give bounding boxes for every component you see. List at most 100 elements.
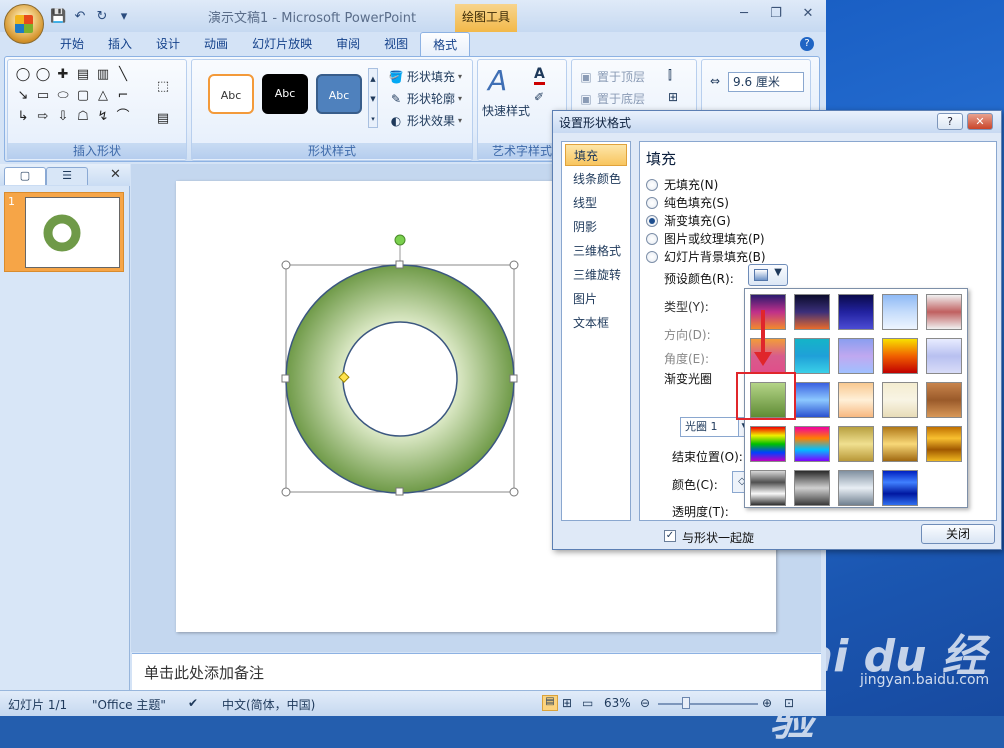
preset-gradient-swatch[interactable] (882, 470, 918, 506)
gradient-stop-select[interactable]: 光圈 1 (680, 417, 740, 437)
zoom-out-icon[interactable]: ⊖ (640, 696, 650, 710)
preset-gradient-swatch[interactable] (838, 294, 874, 330)
styles-scroll[interactable]: ▲ ▼ ▾ (368, 68, 378, 128)
shape-fill-command[interactable]: 🪣 形状填充 ▾ (388, 68, 463, 85)
shape-effects-command[interactable]: ◐ 形状效果 ▾ (388, 112, 462, 129)
preset-gradient-swatch[interactable] (794, 294, 830, 330)
preset-gradient-swatch[interactable] (882, 426, 918, 462)
style-thumb-blue[interactable]: Abc (316, 74, 362, 114)
redo-icon[interactable]: ↻ (94, 9, 110, 25)
zoom-level[interactable]: 63% (604, 696, 631, 710)
arrow-line-icon[interactable]: ↘ (14, 87, 32, 105)
preset-gradient-swatch[interactable] (882, 338, 918, 374)
rounded-shape-icon[interactable]: ◯ (34, 66, 52, 84)
close-button[interactable]: ✕ (792, 4, 824, 24)
group-icon[interactable]: ⊞ (668, 90, 678, 104)
line-shape-icon[interactable]: ╲ (114, 66, 132, 84)
preset-gradient-swatch[interactable] (794, 338, 830, 374)
dialog-title-bar[interactable]: 设置形状格式 ? ✕ (553, 111, 1001, 133)
rectangle-shape-icon[interactable]: ▭ (34, 87, 52, 105)
right-arrow-icon[interactable]: ⇨ (34, 108, 52, 126)
option-gradient-fill[interactable]: 渐变填充(G) (646, 212, 731, 229)
dialog-close-button[interactable]: 关闭 (921, 524, 995, 544)
triangle-shape-icon[interactable]: △ (94, 87, 112, 105)
preset-colors-button[interactable]: ▼ (748, 264, 788, 286)
preset-gradient-swatch[interactable] (926, 294, 962, 330)
customize-qat-icon[interactable]: ▾ (116, 9, 132, 25)
nav-picture[interactable]: 图片 (565, 288, 627, 310)
preset-gradient-swatch[interactable] (750, 470, 786, 506)
align-icon[interactable]: ⫿ (668, 68, 672, 83)
close-pane-icon[interactable]: ✕ (110, 167, 121, 182)
tab-review[interactable]: 审阅 (324, 32, 372, 56)
tab-view[interactable]: 视图 (372, 32, 420, 56)
quick-styles-label[interactable]: 快速样式 (482, 102, 530, 119)
preset-gradient-swatch[interactable] (882, 382, 918, 418)
nav-shadow[interactable]: 阴影 (565, 216, 627, 238)
outline-tab-icon[interactable]: ☰ (46, 167, 88, 185)
style-thumb-orange-outline[interactable]: Abc (208, 74, 254, 114)
rotate-with-shape-checkbox[interactable]: ✓ (664, 530, 676, 542)
connector-icon[interactable]: ↳ (14, 108, 32, 126)
help-icon[interactable]: ? (800, 37, 814, 51)
normal-view-icon[interactable]: ▤ (542, 695, 558, 711)
tab-animations[interactable]: 动画 (192, 32, 240, 56)
fit-window-icon[interactable]: ⊡ (784, 696, 794, 710)
tab-insert[interactable]: 插入 (96, 32, 144, 56)
preset-gradient-swatch[interactable] (882, 294, 918, 330)
shape-outline-command[interactable]: ✎ 形状轮廓 ▾ (388, 90, 462, 107)
zoom-in-icon[interactable]: ⊕ (762, 696, 772, 710)
preset-gradient-swatch[interactable] (838, 470, 874, 506)
preset-gradient-swatch[interactable] (794, 470, 830, 506)
nav-3d-rotation[interactable]: 三维旋转 (565, 264, 627, 286)
spellcheck-icon[interactable]: ✔ (188, 696, 198, 710)
sorter-view-icon[interactable]: ⊞ (562, 696, 572, 710)
tab-home[interactable]: 开始 (48, 32, 96, 56)
shape-width-input[interactable]: 9.6 厘米 (728, 72, 804, 92)
bring-front-command[interactable]: ▣ 置于顶层 (578, 68, 645, 85)
text-fill-icon[interactable]: A (534, 66, 545, 85)
save-icon[interactable]: 💾 (50, 9, 66, 25)
zoom-slider-thumb[interactable] (682, 697, 690, 709)
oval-shape-icon[interactable]: ◯ (14, 66, 32, 84)
option-background-fill[interactable]: 幻灯片背景填充(B) (646, 248, 766, 265)
curve-icon[interactable]: ↯ (94, 108, 112, 126)
freeform-icon[interactable]: ☖ (74, 108, 92, 126)
arc-icon[interactable]: ⌒ (114, 108, 132, 126)
preset-gradient-swatch[interactable] (750, 426, 786, 462)
undo-icon[interactable]: ↶ (72, 9, 88, 25)
cross-shape-icon[interactable]: ✚ (54, 66, 72, 84)
preset-gradient-swatch[interactable] (794, 426, 830, 462)
tab-slideshow[interactable]: 幻灯片放映 (240, 32, 324, 56)
office-button[interactable] (4, 4, 44, 44)
down-arrow-icon[interactable]: ⇩ (54, 108, 72, 126)
nav-fill[interactable]: 填充 (565, 144, 627, 166)
textbox-shape-icon[interactable]: ▤ (74, 66, 92, 84)
minimize-button[interactable]: ─ (728, 4, 760, 24)
preset-gradient-swatch[interactable] (926, 426, 962, 462)
ellipse-shape-icon[interactable]: ⬭ (54, 87, 72, 105)
option-solid-fill[interactable]: 纯色填充(S) (646, 194, 729, 211)
tab-format[interactable]: 格式 (420, 32, 471, 56)
wordart-a-icon[interactable]: A (488, 64, 507, 97)
textbox-draw-icon[interactable]: ▤ (154, 110, 172, 128)
preset-gradient-swatch[interactable] (838, 382, 874, 418)
preset-gradient-swatch[interactable] (794, 382, 830, 418)
preset-gradient-swatch[interactable] (926, 338, 962, 374)
option-no-fill[interactable]: 无填充(N) (646, 176, 718, 193)
preset-gradient-swatch[interactable] (750, 294, 786, 330)
slides-tab-icon[interactable]: ▢ (4, 167, 46, 185)
edit-shape-icon[interactable]: ⬚ (154, 78, 172, 96)
preset-gradient-swatch[interactable] (838, 426, 874, 462)
rounded-rect-icon[interactable]: ▢ (74, 87, 92, 105)
nav-3d-format[interactable]: 三维格式 (565, 240, 627, 262)
restore-button[interactable]: ❐ (760, 4, 792, 24)
vertical-textbox-icon[interactable]: ▥ (94, 66, 112, 84)
notes-pane[interactable]: 单击此处添加备注 (132, 653, 821, 690)
nav-line-style[interactable]: 线型 (565, 192, 627, 214)
option-picture-fill[interactable]: 图片或纹理填充(P) (646, 230, 765, 247)
dialog-close-icon[interactable]: ✕ (967, 113, 993, 130)
text-outline-icon[interactable]: ✐ (534, 90, 544, 104)
style-thumb-black[interactable]: Abc (262, 74, 308, 114)
send-back-command[interactable]: ▣ 置于底层 (578, 90, 645, 107)
